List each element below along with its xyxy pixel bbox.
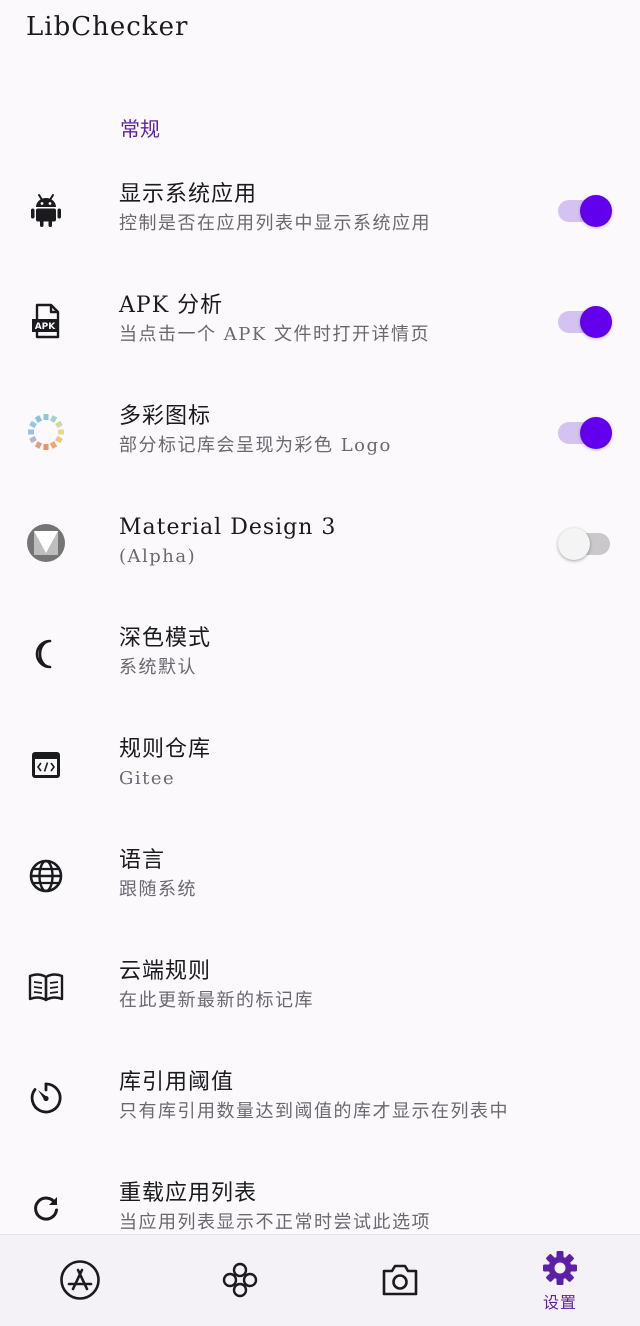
moon-icon — [24, 632, 68, 676]
timer-icon — [24, 1076, 68, 1120]
setting-cloud-rules[interactable]: 云端规则 在此更新最新的标记库 — [0, 931, 640, 1042]
setting-title: 显示系统应用 — [119, 182, 258, 207]
nav-settings[interactable]: 设置 — [480, 1235, 640, 1326]
setting-subtitle: 只有库引用数量达到阈值的库才显示在列表中 — [119, 1101, 509, 1122]
nav-label-settings: 设置 — [542, 1293, 577, 1312]
setting-title: 多彩图标 — [119, 404, 212, 429]
setting-title: 云端规则 — [119, 959, 212, 984]
refresh-icon — [24, 1187, 68, 1231]
section-header-general: 常规 — [120, 117, 160, 141]
setting-subtitle: 当应用列表显示不正常时尝试此选项 — [119, 1212, 431, 1233]
setting-library-threshold[interactable]: 库引用阈值 只有库引用数量达到阈值的库才显示在列表中 — [0, 1042, 640, 1153]
setting-language[interactable]: 语言 跟随系统 — [0, 820, 640, 931]
setting-subtitle: (Alpha) — [119, 546, 197, 567]
setting-subtitle: 控制是否在应用列表中显示系统应用 — [119, 213, 431, 234]
settings-gear-icon — [543, 1251, 577, 1285]
apk-icon-label: APK — [35, 322, 57, 332]
colorful-ring-icon — [24, 410, 68, 454]
setting-subtitle: 系统默认 — [119, 657, 197, 678]
setting-title: 语言 — [119, 848, 166, 873]
bottom-navigation: 设置 — [0, 1234, 640, 1326]
setting-title: 重载应用列表 — [119, 1181, 258, 1206]
nav-libraries[interactable] — [160, 1235, 320, 1326]
setting-subtitle: 部分标记库会呈现为彩色 Logo — [119, 435, 392, 456]
setting-subtitle: 当点击一个 APK 文件时打开详情页 — [119, 324, 430, 345]
show-system-apps-toggle[interactable] — [558, 194, 612, 227]
setting-material-design-3[interactable]: Material Design 3 (Alpha) — [0, 487, 640, 598]
setting-rules-repository[interactable]: 规则仓库 Gitee — [0, 709, 640, 820]
globe-icon — [24, 854, 68, 898]
app-store-icon — [60, 1260, 100, 1300]
setting-title: Material Design 3 — [119, 515, 337, 540]
colorful-icons-toggle[interactable] — [558, 416, 612, 449]
setting-subtitle: Gitee — [119, 768, 176, 789]
setting-title: 库引用阈值 — [119, 1070, 235, 1095]
nav-apps[interactable] — [0, 1235, 160, 1326]
setting-show-system-apps[interactable]: 显示系统应用 控制是否在应用列表中显示系统应用 — [0, 154, 640, 265]
material-design-3-toggle[interactable] — [558, 527, 610, 560]
setting-subtitle: 在此更新最新的标记库 — [119, 990, 314, 1011]
apk-file-icon: APK — [24, 299, 68, 343]
setting-title: 规则仓库 — [119, 737, 212, 762]
book-icon — [24, 965, 68, 1009]
setting-apk-analysis[interactable]: APK APK 分析 当点击一个 APK 文件时打开详情页 — [0, 265, 640, 376]
settings-list: 显示系统应用 控制是否在应用列表中显示系统应用 APK APK 分析 当点击一个… — [0, 154, 640, 1264]
top-app-bar: LibChecker — [0, 0, 640, 64]
setting-dark-mode[interactable]: 深色模式 系统默认 — [0, 598, 640, 709]
material-logo-icon — [24, 521, 68, 565]
setting-colorful-icons[interactable]: 多彩图标 部分标记库会呈现为彩色 Logo — [0, 376, 640, 487]
setting-title: APK 分析 — [119, 293, 224, 318]
settings-screen: LibChecker 常规 显示系统应用 控制是否在应用列表中显示系统应用 AP… — [0, 0, 640, 1326]
android-icon — [24, 188, 68, 232]
code-window-icon — [24, 743, 68, 787]
setting-subtitle: 跟随系统 — [119, 879, 197, 900]
clover-icon — [222, 1262, 258, 1298]
app-title: LibChecker — [26, 12, 189, 42]
apk-analysis-toggle[interactable] — [558, 305, 612, 338]
setting-title: 深色模式 — [119, 626, 212, 651]
nav-snapshot[interactable] — [320, 1235, 480, 1326]
camera-icon — [382, 1264, 418, 1296]
